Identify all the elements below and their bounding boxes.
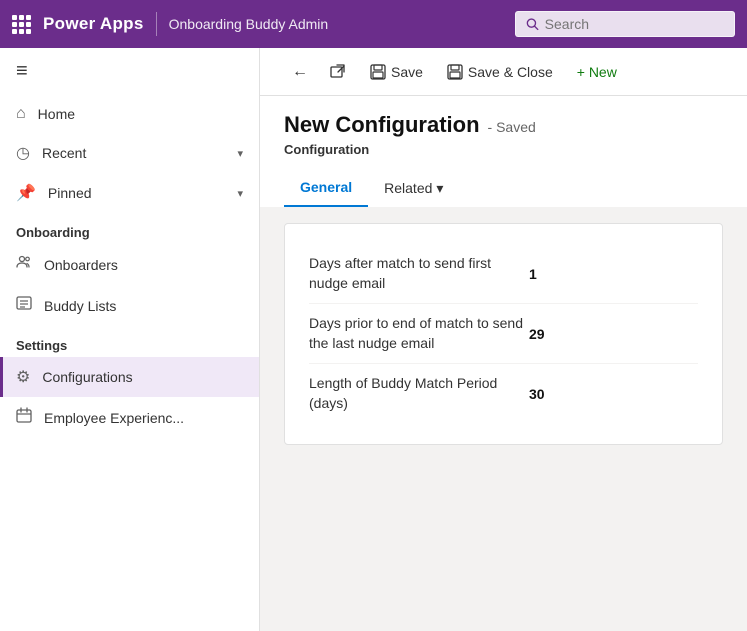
people-icon [16,254,32,275]
open-button[interactable] [320,58,356,86]
chevron-down-icon: ▾ [436,180,443,197]
top-bar: Power Apps Onboarding Buddy Admin [0,0,747,48]
page-header: New Configuration - Saved Configuration … [260,96,747,207]
sidebar-item-configurations[interactable]: ⚙ Configurations [0,357,259,397]
main-content: ← Save [260,48,747,631]
sidebar-section-settings: Settings [0,326,259,357]
save-icon [370,64,386,80]
new-button[interactable]: + New [567,58,627,86]
sidebar-menu-button[interactable]: ≡ [0,48,259,95]
save-close-icon [447,64,463,80]
home-icon: ⌂ [16,105,26,123]
page-subtitle: Configuration [284,142,723,157]
tab-general-label: General [300,179,352,195]
open-icon [330,64,346,80]
form-value-match-period: 30 [529,386,589,402]
page-status: - Saved [488,119,536,135]
form-label-nudge-first: Days after match to send first nudge ema… [309,254,529,293]
form-card: Days after match to send first nudge ema… [284,223,723,445]
sidebar-section-onboarding: Onboarding [0,213,259,244]
recent-icon: ◷ [16,143,30,163]
new-label: + New [577,64,617,80]
sidebar-item-label: Onboarders [44,257,243,273]
divider [156,12,157,36]
save-close-label: Save & Close [468,64,553,80]
search-input[interactable] [545,16,724,32]
tab-general[interactable]: General [284,169,368,207]
form-area: Days after match to send first nudge ema… [260,207,747,631]
sidebar-item-pinned[interactable]: 📌 Pinned ▾ [0,173,259,213]
save-label: Save [391,64,423,80]
tabs: General Related ▾ [284,169,723,207]
search-icon [526,17,539,31]
sidebar-item-employee-experience[interactable]: Employee Experienc... [0,397,259,438]
gear-icon: ⚙ [16,367,30,387]
main-toolbar: ← Save [260,48,747,96]
sidebar-item-label: Buddy Lists [44,298,243,314]
save-close-button[interactable]: Save & Close [437,58,563,86]
sidebar-item-label: Home [38,106,243,122]
form-value-nudge-first: 1 [529,266,589,282]
sidebar-item-label: Pinned [48,185,226,201]
search-box[interactable] [515,11,735,37]
tab-related[interactable]: Related ▾ [368,170,459,207]
chevron-down-icon: ▾ [237,147,243,160]
sidebar-item-label: Configurations [42,369,243,385]
form-label-nudge-last: Days prior to end of match to send the l… [309,314,529,353]
form-value-nudge-last: 29 [529,326,589,342]
section-title: Onboarding Buddy Admin [169,16,329,32]
calendar-icon [16,407,32,428]
sidebar-item-label: Recent [42,145,226,161]
save-button[interactable]: Save [360,58,433,86]
form-row-match-period: Length of Buddy Match Period (days) 30 [309,364,698,423]
list-icon [16,295,32,316]
sidebar: ≡ ⌂ Home ◷ Recent ▾ 📌 Pinned ▾ Onboardin… [0,48,260,631]
form-row-nudge-last: Days prior to end of match to send the l… [309,304,698,364]
chevron-down-icon: ▾ [237,187,243,200]
sidebar-item-onboarders[interactable]: Onboarders [0,244,259,285]
sidebar-item-home[interactable]: ⌂ Home [0,95,259,133]
tab-related-label: Related [384,180,432,196]
page-title: New Configuration [284,112,480,138]
sidebar-item-label: Employee Experienc... [44,410,243,426]
back-button[interactable]: ← [284,57,316,87]
app-launcher-icon[interactable] [12,15,31,34]
pin-icon: 📌 [16,183,36,203]
sidebar-item-buddy-lists[interactable]: Buddy Lists [0,285,259,326]
form-row-nudge-first: Days after match to send first nudge ema… [309,244,698,304]
form-label-match-period: Length of Buddy Match Period (days) [309,374,529,413]
app-title: Power Apps [43,14,144,34]
sidebar-item-recent[interactable]: ◷ Recent ▾ [0,133,259,173]
layout: ≡ ⌂ Home ◷ Recent ▾ 📌 Pinned ▾ Onboardin… [0,48,747,631]
